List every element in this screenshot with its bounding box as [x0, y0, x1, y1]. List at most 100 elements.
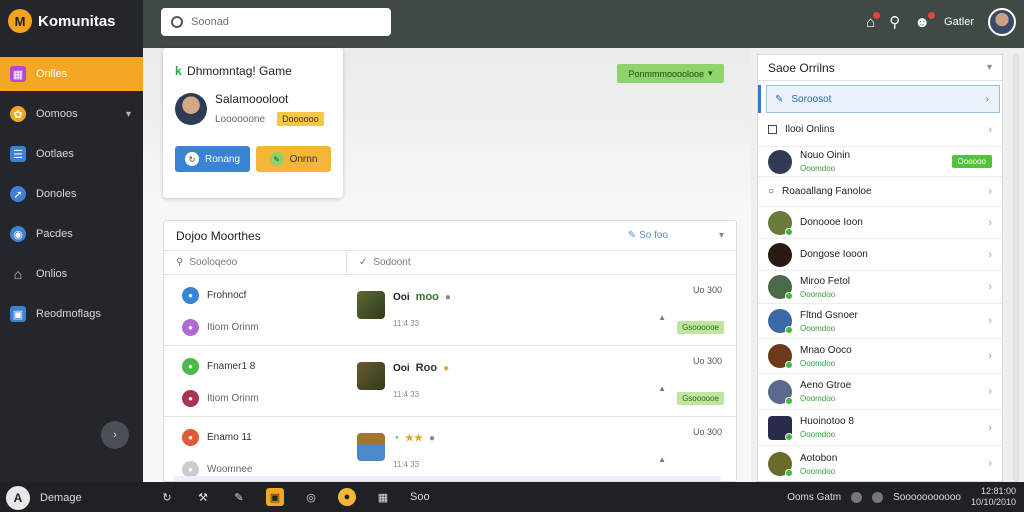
- home-icon[interactable]: ⌂: [866, 11, 881, 31]
- row-sub: Itiom Orinm: [207, 392, 259, 404]
- start-icon: A: [6, 486, 30, 510]
- sidebar-toggle-button[interactable]: ›: [101, 421, 129, 449]
- checkbox-icon[interactable]: [768, 125, 777, 134]
- see-all-link[interactable]: ✎ So foo: [628, 230, 668, 241]
- clock[interactable]: 12:81:00 10/10/2010: [971, 486, 1016, 508]
- apps-label[interactable]: Soo: [410, 491, 430, 503]
- taskbar: A Demage ↻ ⚒ ✎ ▣ ◎ ● ▦ Soo Ooms Gatm Soo…: [0, 482, 1024, 512]
- selected-item-label: Soroosot: [791, 93, 832, 105]
- main-content: k Dhmomntag! Game Salamoooloot Loooooone…: [143, 48, 751, 482]
- users-icon[interactable]: ☻: [914, 11, 936, 31]
- folder-icon[interactable]: ▦: [374, 488, 392, 506]
- list-item[interactable]: Aotobon Ooomdoo ›: [758, 446, 1002, 481]
- column-header-left[interactable]: ⚲ Sooloqeoo: [164, 251, 347, 274]
- list-item[interactable]: Fltnd Gsnoer Ooomdoo ›: [758, 304, 1002, 339]
- avatar: [768, 415, 793, 441]
- tray-icon[interactable]: [872, 491, 884, 503]
- secondary-button[interactable]: ✎ Onrnn: [256, 146, 331, 172]
- primary-button[interactable]: ↻ Ronang: [175, 146, 250, 172]
- column-label: Sooloqeoo: [189, 257, 238, 268]
- refresh-icon[interactable]: ↻: [158, 488, 176, 506]
- home-icon: ⌂: [13, 266, 23, 282]
- list-item[interactable]: Mnao Ooco Ooomdoo ›: [758, 339, 1002, 374]
- search-icon[interactable]: ⚲: [889, 13, 900, 31]
- list-item-name: Fltnd Gsnoer: [800, 309, 858, 321]
- list-item[interactable]: Miroo Fetol Ooomdoo ›: [758, 271, 1002, 304]
- row-left: ● Enamo 11 ● Woomnee: [164, 417, 347, 481]
- edit-icon[interactable]: ✎: [230, 488, 248, 506]
- chevron-down-icon[interactable]: ▾: [126, 109, 131, 120]
- chevron-down-icon[interactable]: ▾: [719, 230, 724, 241]
- status-icon: ◔: [393, 433, 400, 444]
- app-icon[interactable]: ▣: [266, 488, 284, 506]
- see-all-label: So foo: [639, 230, 668, 241]
- system-tray: Ooms Gatm Sooooooooooo 12:81:00 10/10/20…: [787, 486, 1016, 508]
- sidebar-item-label: Onlios: [36, 268, 68, 280]
- clock-time: 12:81:00: [980, 486, 1016, 496]
- user-label[interactable]: Gatler: [944, 16, 974, 28]
- sidebar-item-0[interactable]: ▦ Onlles: [0, 57, 143, 91]
- row-time: 11:4 33: [393, 460, 420, 469]
- sidebar-item-2[interactable]: ☰ Ootlaes: [0, 137, 143, 171]
- online-dot: [785, 432, 793, 441]
- list-item-sub: Ooomdoo: [800, 323, 836, 333]
- list-item-name: Huoinotoo 8: [800, 416, 854, 427]
- tray-label[interactable]: Ooms Gatm: [787, 492, 841, 503]
- selected-item[interactable]: ✎ Soroosot ›: [758, 85, 1000, 113]
- pin-icon: ➚: [10, 186, 26, 202]
- list-item[interactable]: Nouo Oinin Ooomdoo Oooooo: [758, 147, 1002, 177]
- target-icon: ◉: [10, 226, 26, 242]
- panel-columns: ⚲ Sooloqeoo ✓ Sodoont: [164, 251, 736, 275]
- online-dot: [785, 361, 793, 369]
- player-icon: ●: [182, 389, 199, 407]
- sidebar-item-label: Pacdes: [36, 228, 73, 240]
- filter-button[interactable]: Ponmmmoooolooe ▾: [617, 64, 724, 83]
- table-row[interactable]: ● Enamo 11 ● Woomnee ◔ ★★ ● 11:4 33 Uo 300 ▲: [164, 417, 736, 481]
- section-header[interactable]: ○ Roaoallang Fanoloe ›: [758, 177, 1002, 207]
- chevron-right-icon: ›: [988, 216, 992, 229]
- row-detail: Ooi Roo ● 11:4 33: [393, 362, 449, 416]
- brand-logo-icon: M: [8, 9, 32, 33]
- list-item[interactable]: Donoooe Ioon ›: [758, 207, 1002, 239]
- sidebar-item-5[interactable]: ⌂ Onlios: [0, 257, 143, 291]
- table-row[interactable]: ● Frohnocf ● Itiom Orinm Ooi moo ● 11:4 33 U…: [164, 275, 736, 346]
- column-header-right[interactable]: ✓ Sodoont: [347, 257, 411, 268]
- tools-icon[interactable]: ⚒: [194, 488, 212, 506]
- list-item-text: Mnao Ooco Ooomdoo: [800, 345, 852, 368]
- game-thumbnail: [357, 291, 385, 319]
- table-row[interactable]: ● Fnamer1 8 ● Itiom Orinm Ooi Roo ● 11:4 33 …: [164, 346, 736, 417]
- sidebar-item-1[interactable]: ✿ Oomoos ▾: [0, 97, 143, 131]
- search-input[interactable]: [191, 16, 381, 28]
- tray-icon[interactable]: [851, 491, 863, 503]
- list-item[interactable]: Huoinotoo 8 Ooomdoo ›: [758, 410, 1002, 446]
- search-box[interactable]: [161, 8, 391, 36]
- list-item[interactable]: Aeno Gtroe Ooomdoo ›: [758, 374, 1002, 410]
- list-item-name: Aeno Gtroe: [800, 380, 852, 391]
- list-item-name: Dongose Iooon: [800, 249, 868, 260]
- sidebar-item-3[interactable]: ➚ Donoles: [0, 177, 143, 211]
- list-item-text: Donoooe Ioon: [800, 217, 863, 228]
- list-item-name: Donoooe Ioon: [800, 217, 863, 228]
- sidebar-item-4[interactable]: ◉ Pacdes: [0, 217, 143, 251]
- tray-label[interactable]: Sooooooooooo: [893, 492, 961, 503]
- brand[interactable]: M Komunitas: [0, 0, 143, 42]
- avatar[interactable]: [988, 8, 1016, 36]
- avatar[interactable]: [175, 93, 207, 125]
- radio-icon[interactable]: ○: [768, 186, 774, 197]
- profile-sub-text: Loooooone: [215, 113, 266, 125]
- browser-icon[interactable]: ●: [338, 488, 356, 506]
- chevron-right-icon: ›: [985, 93, 989, 105]
- list-item-text: Aeno Gtroe Ooomdoo: [800, 380, 851, 403]
- row-title-line: ● Enamo 11: [182, 427, 347, 447]
- chevron-down-icon[interactable]: ▾: [987, 62, 992, 73]
- profile-name: Salamoooloot: [215, 92, 289, 106]
- game-thumbnail: [357, 433, 385, 461]
- edit-icon: ✎: [775, 93, 784, 105]
- row-left: ● Frohnocf ● Itiom Orinm: [164, 275, 347, 345]
- scrollbar[interactable]: [1013, 54, 1019, 482]
- section-header[interactable]: Ilooi Onlins ›: [758, 113, 1002, 147]
- chat-icon[interactable]: ◎: [302, 488, 320, 506]
- start-button[interactable]: A Demage: [6, 486, 82, 510]
- list-item[interactable]: Dongose Iooon ›: [758, 239, 1002, 271]
- sidebar-item-6[interactable]: ▣ Reodmoflags: [0, 297, 143, 331]
